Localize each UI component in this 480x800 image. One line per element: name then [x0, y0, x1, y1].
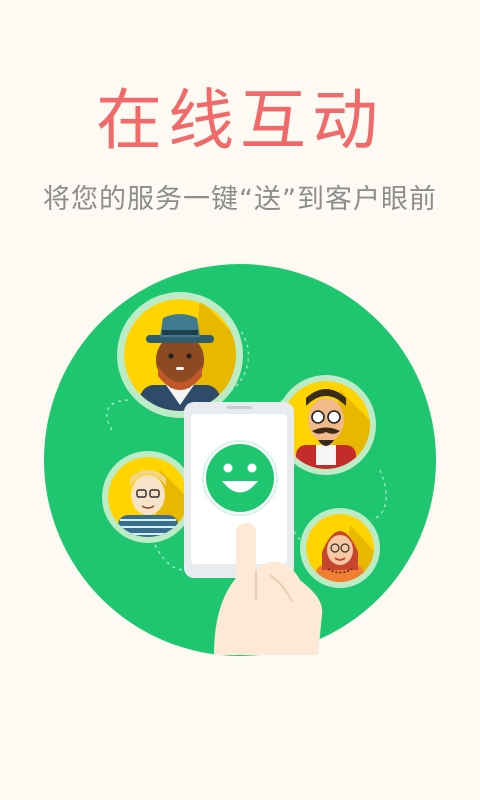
illustration — [44, 264, 436, 656]
splash-screen: 在线互动 将您的服务一键“送”到客户眼前 — [0, 0, 480, 800]
smiley-face-icon — [202, 440, 278, 516]
